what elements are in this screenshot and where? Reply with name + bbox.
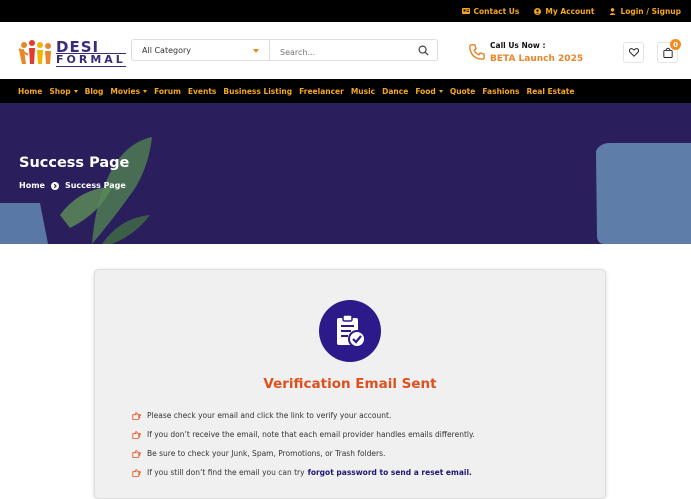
- login-signup-label: Login / Signup: [620, 6, 681, 16]
- clipboard-check-icon: [337, 314, 366, 348]
- list-item: If you don’t receive the email, note tha…: [132, 425, 592, 444]
- site-logo[interactable]: DESI FORMAL: [18, 38, 126, 68]
- category-select[interactable]: All Category: [131, 39, 270, 61]
- chevron-circle-right-icon: [50, 181, 59, 190]
- nav-item-fashions[interactable]: Fashions: [482, 87, 519, 96]
- nav-item-label: Shop: [49, 86, 71, 96]
- instruction-text: If you still don’t find the email you ca…: [147, 468, 305, 477]
- nav-item-business-listing[interactable]: Business Listing: [223, 87, 292, 96]
- caret-down-icon: [438, 89, 443, 93]
- user-circle-icon: [534, 7, 542, 15]
- logo-text-formal: FORMAL: [56, 53, 126, 67]
- instruction-text: If you don’t receive the email, note tha…: [147, 430, 475, 439]
- nav-item-music[interactable]: Music: [351, 87, 375, 96]
- search-input[interactable]: [270, 42, 400, 63]
- nav-item-label: Movies: [110, 86, 141, 96]
- nav-item-label: Real Estate: [526, 86, 575, 96]
- contact-us-label: Contact Us: [473, 6, 520, 16]
- nav-item-events[interactable]: Events: [188, 87, 217, 96]
- call-us-label: Call Us Now :: [490, 41, 546, 50]
- nav-item-label: Dance: [382, 86, 409, 96]
- nav-item-shop[interactable]: Shop: [49, 86, 78, 96]
- instruction-text: Please check your email and click the li…: [147, 411, 392, 420]
- contact-us-link[interactable]: Contact Us: [461, 6, 520, 16]
- nav-item-dance[interactable]: Dance: [382, 87, 408, 96]
- breadcrumb: Home Success Page: [19, 181, 126, 190]
- nav-item-label: Food: [415, 86, 436, 96]
- nav-item-label: Quote: [449, 86, 476, 96]
- wishlist-button[interactable]: [623, 42, 644, 63]
- nav-item-real-estate[interactable]: Real Estate: [526, 87, 574, 96]
- my-account-link[interactable]: My Account: [534, 7, 594, 16]
- page-hero-banner: Success Page Home Success Page: [0, 103, 691, 244]
- nav-item-food[interactable]: Food: [415, 87, 443, 96]
- nav-item-label: Forum: [154, 86, 181, 96]
- list-item: Be sure to check your Junk, Spam, Promot…: [132, 444, 592, 463]
- nav-item-home[interactable]: Home: [18, 87, 42, 96]
- top-bar: Contact Us My Account Login / Signup: [0, 0, 691, 22]
- heart-icon: [628, 48, 639, 57]
- main-content: Verification Email Sent Please check you…: [0, 244, 691, 499]
- nav-item-movies[interactable]: Movies: [110, 86, 148, 96]
- hero-background-illustration: [0, 137, 691, 244]
- nav-item-quote[interactable]: Quote: [450, 87, 476, 96]
- list-item: If you still don’t find the email you ca…: [132, 463, 592, 482]
- cart-button[interactable]: 0: [657, 39, 681, 63]
- nav-item-freelancer[interactable]: Freelancer: [299, 87, 344, 96]
- pointing-hand-icon: [132, 468, 141, 477]
- nav-item-label: Business Listing: [223, 86, 293, 96]
- nav-item-label: Events: [187, 86, 217, 96]
- breadcrumb-current: Success Page: [64, 181, 126, 190]
- search-icon[interactable]: [418, 45, 429, 56]
- main-nav: Home Shop Blog Movies Forum Events Busin…: [0, 79, 691, 103]
- phone-icon: [469, 44, 485, 60]
- nav-item-blog[interactable]: Blog: [85, 87, 104, 96]
- search-box: [270, 39, 438, 63]
- user-icon: [609, 7, 616, 15]
- caret-down-icon: [143, 89, 148, 93]
- my-account-label: My Account: [545, 6, 595, 16]
- category-select-value: All Category: [142, 46, 192, 55]
- nav-item-label: Fashions: [482, 86, 520, 96]
- caret-down-icon: [253, 49, 259, 53]
- nav-item-label: Blog: [84, 86, 104, 96]
- verification-title: Verification Email Sent: [263, 376, 437, 392]
- site-header: DESI FORMAL All Category Call Us Now : B…: [0, 22, 691, 79]
- nav-item-label: Music: [350, 86, 376, 96]
- reset-password-link[interactable]: forgot password to send a reset email.: [308, 468, 472, 477]
- logo-people-icon: [18, 40, 51, 64]
- contact-card-icon: [461, 8, 470, 14]
- call-us-value: BETA Launch 2025: [490, 54, 584, 64]
- caret-down-icon: [73, 89, 78, 93]
- verification-icon: [319, 300, 381, 362]
- nav-item-forum[interactable]: Forum: [154, 87, 181, 96]
- verification-card: Verification Email Sent Please check you…: [94, 269, 606, 499]
- breadcrumb-home-link[interactable]: Home: [19, 181, 45, 190]
- list-item: Please check your email and click the li…: [132, 406, 592, 425]
- page-title: Success Page: [19, 155, 130, 171]
- cart-count-badge: 0: [670, 39, 681, 50]
- login-signup-link[interactable]: Login / Signup: [609, 7, 681, 16]
- nav-item-label: Home: [18, 86, 43, 96]
- pointing-hand-icon: [132, 449, 141, 458]
- nav-item-label: Freelancer: [299, 86, 344, 96]
- pointing-hand-icon: [132, 430, 141, 439]
- pointing-hand-icon: [132, 411, 141, 420]
- instruction-text: Be sure to check your Junk, Spam, Promot…: [147, 449, 386, 458]
- verification-instructions: Please check your email and click the li…: [132, 406, 592, 482]
